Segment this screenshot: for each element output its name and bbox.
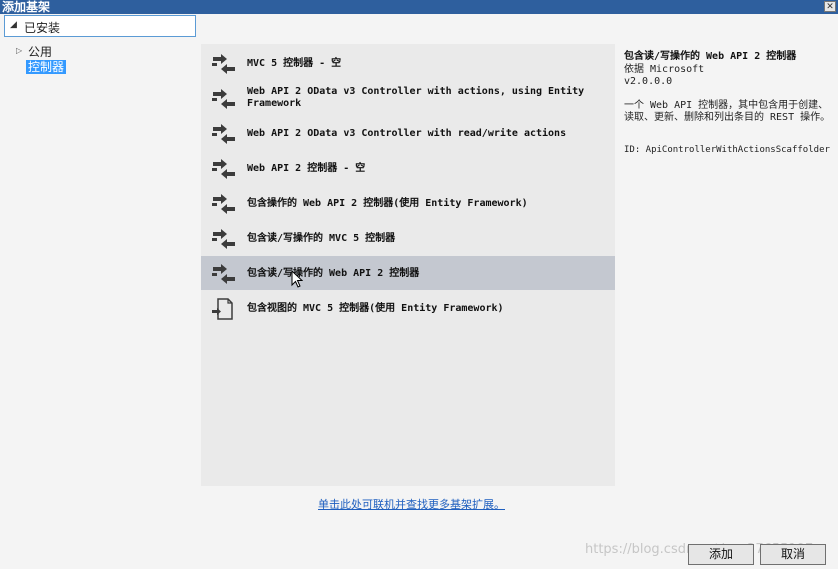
details-id: ID: ApiControllerWithActionsScaffolder xyxy=(624,145,830,155)
expanded-triangle-icon: ◢ xyxy=(10,20,17,30)
controller-icon xyxy=(212,194,235,214)
list-item[interactable]: MVC 5 控制器 - 空 xyxy=(201,46,615,80)
list-item[interactable]: 包含操作的 Web API 2 控制器(使用 Entity Framework) xyxy=(201,186,615,220)
window-title: 添加基架 xyxy=(2,0,51,14)
list-item-label: Web API 2 OData v3 Controller with read/… xyxy=(247,128,567,139)
list-item-label: Web API 2 OData v3 Controller with actio… xyxy=(247,86,585,109)
controller-icon xyxy=(212,89,235,109)
add-button[interactable]: 添加 xyxy=(688,544,754,565)
controller-icon xyxy=(212,264,235,284)
details-title: 包含读/写操作的 Web API 2 控制器 xyxy=(624,51,797,62)
controller-icon xyxy=(212,124,235,144)
tree-item-common[interactable]: 公用 xyxy=(28,45,52,59)
details-version: v2.0.0.0 xyxy=(624,76,673,87)
list-item-label: 包含视图的 MVC 5 控制器(使用 Entity Framework) xyxy=(247,303,504,314)
list-item-label: Web API 2 控制器 - 空 xyxy=(247,163,366,174)
details-author: 依据 Microsoft xyxy=(624,64,705,75)
controller-icon xyxy=(212,54,235,74)
tree-installed-node[interactable]: ◢ 已安装 xyxy=(4,15,196,37)
list-item[interactable]: 包含视图的 MVC 5 控制器(使用 Entity Framework) xyxy=(201,291,615,325)
list-item[interactable]: 包含读/写操作的 MVC 5 控制器 xyxy=(201,221,615,255)
list-item-label: 包含读/写操作的 MVC 5 控制器 xyxy=(247,233,396,244)
title-bar: 添加基架 ✕ xyxy=(0,0,838,14)
list-item-selected[interactable]: 包含读/写操作的 Web API 2 控制器 xyxy=(201,256,615,290)
cancel-button[interactable]: 取消 xyxy=(760,544,826,565)
tree-item-controller[interactable]: 控制器 xyxy=(26,60,67,74)
scaffolder-list[interactable]: MVC 5 控制器 - 空 Web API 2 OData v3 Control… xyxy=(201,44,615,486)
list-item[interactable]: Web API 2 OData v3 Controller with actio… xyxy=(201,81,615,115)
close-icon[interactable]: ✕ xyxy=(824,1,836,12)
online-extensions-link[interactable]: 单击此处可联机并查找更多基架扩展。 xyxy=(318,496,505,512)
details-panel: 包含读/写操作的 Web API 2 控制器 依据 Microsoft v2.0… xyxy=(624,50,834,156)
collapsed-triangle-icon[interactable]: ▷ xyxy=(16,46,22,55)
tree-installed-label: 已安装 xyxy=(24,21,61,35)
mouse-cursor-icon xyxy=(291,270,303,288)
list-item-label: MVC 5 控制器 - 空 xyxy=(247,58,342,69)
controller-icon xyxy=(212,159,235,179)
list-item-label: 包含操作的 Web API 2 控制器(使用 Entity Framework) xyxy=(247,198,528,209)
list-item[interactable]: Web API 2 控制器 - 空 xyxy=(201,151,615,185)
details-description: 一个 Web API 控制器，其中包含用于创建、读取、更新、删除和列出条目的 R… xyxy=(624,100,831,123)
list-item[interactable]: Web API 2 OData v3 Controller with read/… xyxy=(201,116,615,150)
view-controller-icon xyxy=(212,298,233,320)
controller-icon xyxy=(212,229,235,249)
